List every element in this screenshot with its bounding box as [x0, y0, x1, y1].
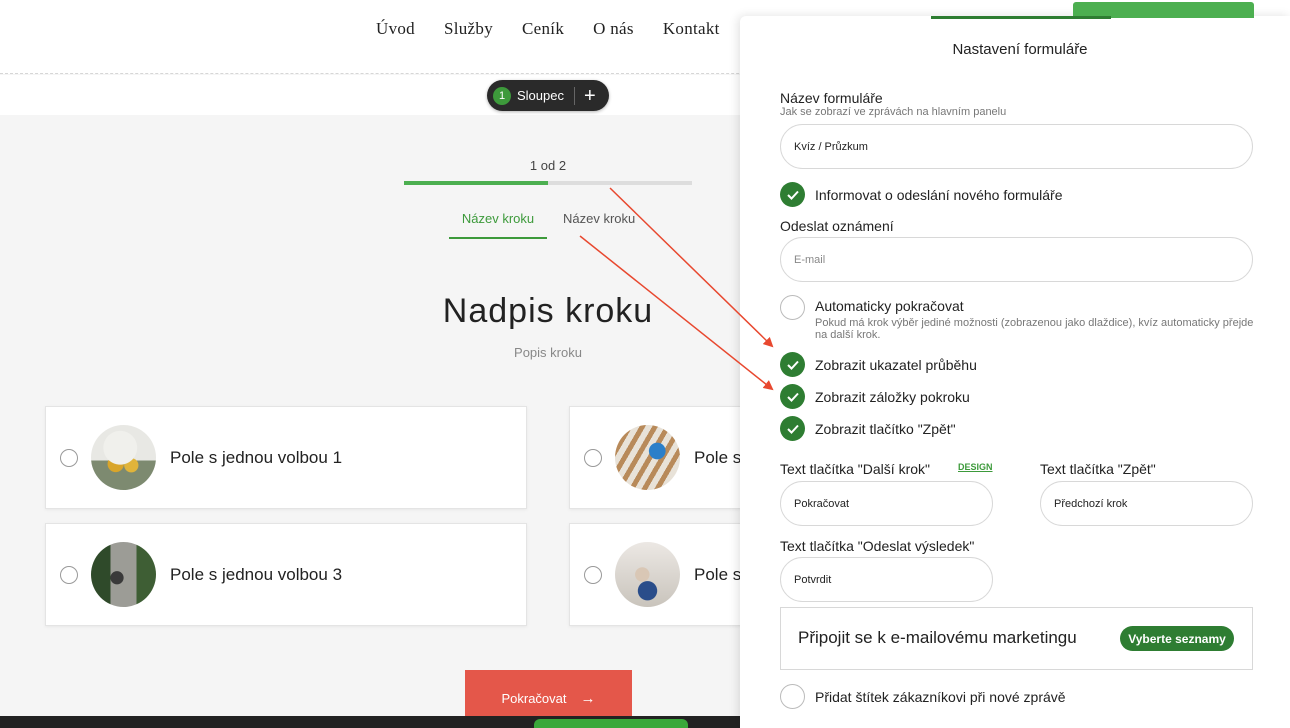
back-button-text-label: Text tlačítka "Zpět"	[1040, 461, 1156, 477]
show-tabs-label: Zobrazit záložky pokroku	[815, 388, 970, 405]
panel-active-tab-indicator	[931, 16, 1111, 19]
email-marketing-title: Připojit se k e-mailovému marketingu	[798, 628, 1077, 647]
choice-card-2[interactable]: Pole s	[569, 406, 769, 509]
next-button-text-label: Text tlačítka "Další krok"	[780, 461, 930, 477]
choice-card-4[interactable]: Pole s	[569, 523, 769, 626]
choice-photo	[615, 542, 680, 607]
show-back-checkbox-row[interactable]: Zobrazit tlačítko "Zpět"	[780, 416, 956, 441]
choice-radio[interactable]	[60, 565, 78, 584]
choice-label: Pole s	[694, 447, 742, 467]
progress-text: 1 od 2	[529, 158, 567, 173]
checkbox-empty-icon[interactable]	[780, 684, 805, 709]
show-progress-label: Zobrazit ukazatel průběhu	[815, 356, 977, 373]
add-tag-label: Přidat štítek zákazníkovi při nové zpráv…	[815, 688, 1066, 705]
check-icon[interactable]	[780, 352, 805, 377]
nav-item-cenik[interactable]: Ceník	[522, 19, 564, 39]
choice-radio[interactable]	[60, 448, 78, 467]
column-count-badge: 1	[493, 86, 511, 105]
choice-photo	[615, 425, 680, 490]
next-button-text-input[interactable]	[780, 481, 993, 526]
bottom-action-button[interactable]	[534, 719, 688, 728]
toolbar-divider	[573, 86, 575, 105]
auto-continue-hint-2: na další krok.	[815, 329, 881, 341]
main-nav: Úvod Služby Ceník O nás Kontakt	[376, 19, 749, 39]
notify-checkbox-row[interactable]: Informovat o odeslání nového formuláře	[780, 182, 1062, 207]
select-lists-button[interactable]: Vyberte seznamy	[1120, 626, 1234, 651]
continue-label: Pokračovat	[501, 690, 567, 706]
checkbox-empty-icon[interactable]	[780, 295, 805, 320]
auto-continue-label: Automaticky pokračovat	[815, 297, 964, 314]
nav-item-uvod[interactable]: Úvod	[376, 19, 415, 39]
nav-item-kontakt[interactable]: Kontakt	[663, 19, 720, 39]
form-name-hint: Jak se zobrazí ve zprávách na hlavním pa…	[780, 106, 1007, 118]
show-tabs-checkbox-row[interactable]: Zobrazit záložky pokroku	[780, 384, 970, 409]
add-column-icon[interactable]: +	[584, 86, 596, 106]
tab-step-1[interactable]: Název kroku	[449, 211, 547, 239]
submit-button-text-input[interactable]	[780, 557, 993, 602]
form-name-label: Název formuláře	[780, 90, 883, 106]
send-notification-label: Odeslat oznámení	[780, 218, 894, 234]
choice-photo	[91, 542, 156, 607]
check-icon[interactable]	[780, 182, 805, 207]
add-tag-checkbox-row[interactable]: Přidat štítek zákazníkovi při nové zpráv…	[780, 684, 1066, 709]
choice-card-3[interactable]: Pole s jednou volbou 3	[45, 523, 527, 626]
show-back-label: Zobrazit tlačítko "Zpět"	[815, 420, 956, 437]
tab-step-2[interactable]: Název kroku	[563, 211, 635, 226]
submit-button-text-label: Text tlačítka "Odeslat výsledek"	[780, 538, 975, 554]
form-name-input[interactable]	[780, 124, 1253, 169]
check-icon[interactable]	[780, 384, 805, 409]
choice-label: Pole s jednou volbou 1	[170, 447, 343, 467]
column-label: Sloupec	[517, 88, 564, 103]
choice-card-1[interactable]: Pole s jednou volbou 1	[45, 406, 527, 509]
nav-item-sluzby[interactable]: Služby	[444, 19, 493, 39]
arrow-right-icon: →	[580, 689, 596, 707]
back-button-text-input[interactable]	[1040, 481, 1253, 526]
progress-bar	[404, 181, 692, 185]
choice-label: Pole s jednou volbou 3	[170, 564, 343, 584]
progress-bar-fill	[404, 181, 548, 185]
panel-title: Nastavení formuláře	[952, 41, 1088, 58]
column-toolbar[interactable]: 1 Sloupec +	[487, 80, 609, 111]
choice-photo	[91, 425, 156, 490]
auto-continue-hint-1: Pokud má krok výběr jediné možnosti (zob…	[815, 317, 1254, 329]
choice-radio[interactable]	[584, 565, 602, 584]
choice-radio[interactable]	[584, 448, 602, 467]
notify-label: Informovat o odeslání nového formuláře	[815, 186, 1063, 203]
choice-label: Pole s	[694, 564, 742, 584]
email-input[interactable]	[780, 237, 1253, 282]
show-progress-checkbox-row[interactable]: Zobrazit ukazatel průběhu	[780, 352, 977, 377]
nav-item-o-nas[interactable]: O nás	[593, 19, 634, 39]
check-icon[interactable]	[780, 416, 805, 441]
design-link[interactable]: DESIGN	[958, 462, 993, 472]
